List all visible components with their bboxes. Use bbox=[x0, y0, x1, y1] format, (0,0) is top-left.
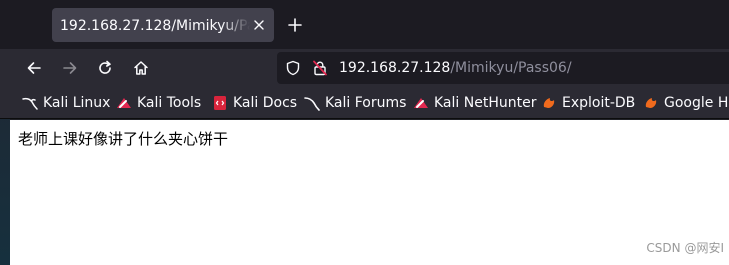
kali-docs-icon bbox=[214, 96, 226, 110]
bookmark-label: Kali Linux bbox=[43, 95, 111, 111]
bookmark-label: Kali NetHunter bbox=[434, 95, 537, 111]
tab-title: 192.168.27.128/Mimikyu/Pass06/ bbox=[60, 18, 250, 34]
home-icon bbox=[134, 61, 148, 75]
page-content: 老师上课好像讲了什么夹心饼干 CSDN @网安I bbox=[10, 120, 729, 265]
url-path: /Mimikyu/Pass06/ bbox=[450, 60, 572, 76]
watermark: CSDN @网安I bbox=[646, 241, 724, 255]
bookmark-kali-tools[interactable]: Kali Tools bbox=[116, 93, 201, 113]
tab-active[interactable]: 192.168.27.128/Mimikyu/Pass06/ bbox=[52, 8, 274, 42]
plus-icon bbox=[288, 18, 302, 32]
bookmark-label: Kali Docs bbox=[233, 95, 298, 111]
page-body-text: 老师上课好像讲了什么夹心饼干 bbox=[18, 130, 229, 148]
forward-button[interactable] bbox=[59, 57, 81, 79]
bookmark-label: Exploit-DB bbox=[562, 95, 636, 111]
exploit-db-icon bbox=[543, 98, 555, 108]
home-button[interactable] bbox=[130, 57, 152, 79]
bookmark-label: Kali Forums bbox=[325, 95, 407, 111]
back-button[interactable] bbox=[23, 57, 45, 79]
reload-icon bbox=[99, 60, 111, 74]
bookmark-kali-nethunter[interactable]: Kali NetHunter bbox=[413, 93, 536, 113]
url-text: 192.168.27.128/Mimikyu/Pass06/ bbox=[339, 58, 572, 78]
new-tab-button[interactable] bbox=[284, 14, 306, 36]
bookmark-label: Kali Tools bbox=[137, 95, 202, 111]
bookmark-exploit-db[interactable]: Exploit-DB bbox=[541, 93, 635, 113]
bookmarks-toolbar: Kali Linux Kali Tools Kali Docs Kali For… bbox=[0, 87, 729, 119]
bookmark-kali-linux[interactable]: Kali Linux bbox=[22, 93, 110, 113]
arrow-left-icon bbox=[27, 62, 41, 74]
url-bar[interactable]: 192.168.27.128/Mimikyu/Pass06/ bbox=[277, 52, 729, 84]
tab-strip: 192.168.27.128/Mimikyu/Pass06/ bbox=[0, 0, 729, 49]
google-hacking-icon bbox=[645, 98, 657, 108]
nav-bar: 192.168.27.128/Mimikyu/Pass06/ bbox=[0, 49, 729, 87]
browser-window: 192.168.27.128/Mimikyu/Pass06/ bbox=[0, 0, 729, 265]
kali-dragon-icon bbox=[22, 97, 38, 110]
bookmark-kali-forums[interactable]: Kali Forums bbox=[304, 93, 406, 113]
bookmark-kali-docs[interactable]: Kali Docs bbox=[212, 93, 297, 113]
insecure-lock-icon[interactable] bbox=[312, 60, 328, 76]
bookmark-label: Google Hacking DB bbox=[664, 95, 729, 111]
url-host: 192.168.27.128 bbox=[339, 60, 451, 76]
shield-icon[interactable] bbox=[285, 60, 301, 76]
reload-button[interactable] bbox=[94, 57, 116, 79]
kali-tools-icon bbox=[117, 98, 131, 108]
kali-forums-icon bbox=[304, 97, 320, 111]
kali-nethunter-icon bbox=[414, 98, 428, 108]
close-icon[interactable] bbox=[250, 16, 268, 34]
arrow-right-icon bbox=[63, 62, 77, 74]
bookmark-google-hacking-db[interactable]: Google Hacking DB bbox=[643, 93, 729, 113]
